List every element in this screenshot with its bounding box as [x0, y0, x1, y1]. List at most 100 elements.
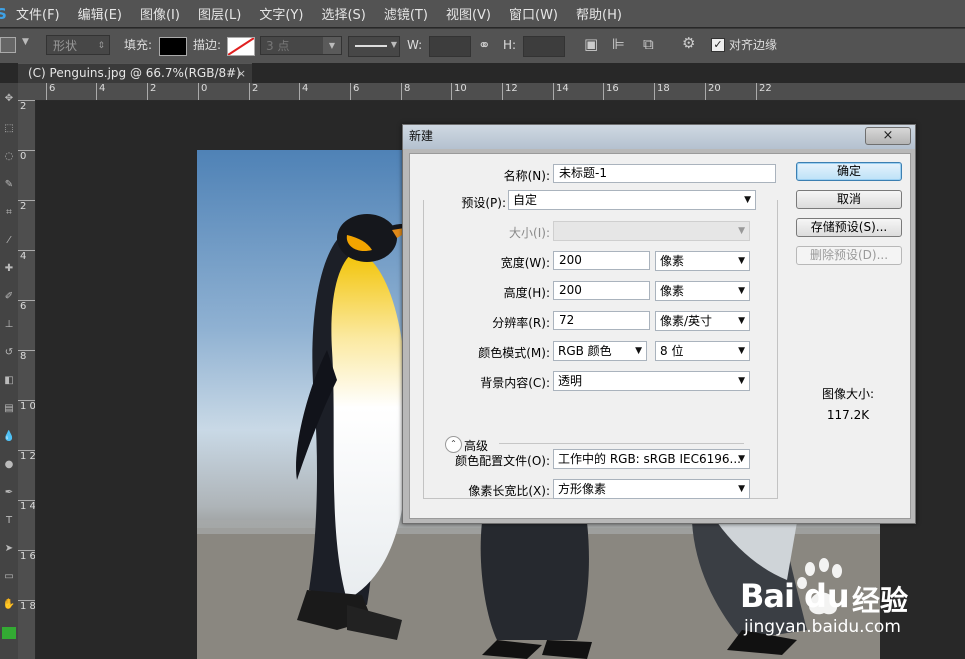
foreground-color-icon[interactable]	[2, 627, 16, 639]
quick-selection-tool-icon[interactable]: ✎	[2, 179, 16, 191]
ruler-tick: 20	[705, 83, 721, 100]
eyedropper-tool-icon[interactable]: ⁄	[2, 235, 16, 247]
pen-tool-icon[interactable]: ✒	[2, 487, 16, 499]
vertical-ruler[interactable]: 2 0 2 4 6 8 1 0 1 2 1 4 1 6 1 8	[18, 100, 36, 659]
rectangle-tool-preset-icon[interactable]	[0, 37, 16, 53]
menu-edit[interactable]: 编辑(E)	[78, 4, 122, 23]
history-brush-tool-icon[interactable]: ↺	[2, 347, 16, 359]
menu-help[interactable]: 帮助(H)	[576, 4, 622, 23]
stroke-size-value: 3 点	[266, 39, 290, 53]
height-unit-value: 像素	[660, 284, 685, 298]
path-operations-icon[interactable]: ▣	[584, 35, 598, 53]
stroke-type-select[interactable]: ▼	[348, 36, 400, 57]
ruler-tick: 0	[18, 150, 35, 162]
dialog-title-bar[interactable]: 新建 ×	[403, 125, 915, 149]
bit-depth-select[interactable]: 8 位 ▼	[655, 341, 750, 361]
brush-tool-icon[interactable]: ✐	[2, 291, 16, 303]
menu-view[interactable]: 视图(V)	[446, 4, 491, 23]
background-select[interactable]: 透明 ▼	[553, 371, 750, 391]
menu-type[interactable]: 文字(Y)	[259, 4, 303, 23]
preset-select[interactable]: 自定 ▼	[508, 190, 756, 210]
move-tool-icon[interactable]: ✥	[2, 93, 16, 105]
chevron-down-icon: ▼	[738, 346, 745, 356]
color-profile-value: 工作中的 RGB: sRGB IEC6196...	[558, 452, 741, 466]
bit-depth-value: 8 位	[660, 344, 684, 358]
menu-window[interactable]: 窗口(W)	[509, 4, 558, 23]
color-mode-select[interactable]: RGB 颜色 ▼	[553, 341, 647, 361]
ok-button[interactable]: 确定	[796, 162, 902, 181]
width-input[interactable]: 200	[553, 251, 650, 270]
ruler-tick: 0	[198, 83, 207, 100]
baidu-brand-b: du	[804, 577, 850, 615]
menu-select[interactable]: 选择(S)	[321, 4, 365, 23]
resolution-label: 分辨率(R):	[492, 316, 550, 330]
shape-height-input[interactable]	[523, 36, 565, 57]
height-label: H:	[503, 38, 517, 52]
resolution-unit-select[interactable]: 像素/英寸 ▼	[655, 311, 750, 331]
document-tab[interactable]: (C) Penguins.jpg @ 66.7%(RGB/8#) ×	[18, 63, 252, 83]
menu-filter[interactable]: 滤镜(T)	[384, 4, 428, 23]
chevron-down-icon[interactable]: ▼	[323, 37, 341, 54]
background-label: 背景内容(C):	[480, 376, 550, 390]
align-edges-checkbox[interactable]: ✓	[711, 38, 725, 52]
color-profile-select[interactable]: 工作中的 RGB: sRGB IEC6196... ▼	[553, 449, 750, 469]
menu-image[interactable]: 图像(I)	[140, 4, 180, 23]
preset-label: 预设(P):	[430, 194, 510, 211]
ruler-tick: 1 8	[18, 600, 36, 612]
height-unit-select[interactable]: 像素 ▼	[655, 281, 750, 301]
gradient-tool-icon[interactable]: ▤	[2, 403, 16, 415]
save-preset-button[interactable]: 存储预设(S)...	[796, 218, 902, 237]
gear-icon[interactable]: ⚙	[682, 34, 695, 52]
shape-width-input[interactable]	[429, 36, 471, 57]
name-label: 名称(N):	[503, 169, 550, 183]
advanced-expand-toggle[interactable]: ⌃	[445, 436, 462, 453]
width-unit-select[interactable]: 像素 ▼	[655, 251, 750, 271]
chevron-down-icon[interactable]: ▼	[22, 37, 29, 47]
baidu-brand-cn: 经验	[852, 584, 909, 617]
name-input[interactable]: 未标题-1	[553, 164, 776, 183]
eraser-tool-icon[interactable]: ◧	[2, 375, 16, 387]
ruler-tick: 6	[46, 83, 55, 100]
marquee-tool-icon[interactable]: ⬚	[2, 123, 16, 135]
ruler-tick: 1 4	[18, 500, 36, 512]
width-unit-value: 像素	[660, 254, 685, 268]
tool-mode-select[interactable]: 形状 ⇕	[46, 35, 110, 55]
dodge-tool-icon[interactable]: ●	[2, 459, 16, 471]
ruler-tick: 2	[18, 100, 35, 112]
tool-mode-value: 形状	[53, 39, 78, 53]
lasso-tool-icon[interactable]: ◌	[2, 151, 16, 163]
color-mode-label: 颜色模式(M):	[478, 346, 550, 360]
delete-preset-button: 删除预设(D)...	[796, 246, 902, 265]
stroke-color-swatch[interactable]	[227, 37, 255, 56]
baidu-brand-a: Bai	[740, 577, 795, 615]
clone-stamp-tool-icon[interactable]: ⊥	[2, 319, 16, 331]
type-tool-icon[interactable]: T	[2, 515, 16, 527]
close-icon[interactable]: ×	[237, 64, 246, 83]
horizontal-ruler[interactable]: 6 4 2 0 2 4 6 8 10 12 14 16 18 20 22	[18, 83, 965, 101]
chevron-down-icon: ▼	[738, 226, 745, 236]
resolution-input[interactable]: 72	[553, 311, 650, 330]
background-value: 透明	[558, 374, 583, 388]
ruler-tick: 4	[299, 83, 308, 100]
height-input[interactable]: 200	[553, 281, 650, 300]
stroke-size-input[interactable]: 3 点 ▼	[260, 36, 342, 55]
ruler-tick: 22	[756, 83, 772, 100]
menu-layer[interactable]: 图层(L)	[198, 4, 241, 23]
path-alignment-icon[interactable]: ⊫	[612, 35, 625, 53]
crop-tool-icon[interactable]: ⌗	[2, 207, 16, 219]
pixel-aspect-select[interactable]: 方形像素 ▼	[553, 479, 750, 499]
path-selection-tool-icon[interactable]: ➤	[2, 543, 16, 555]
ruler-tick: 18	[654, 83, 670, 100]
link-icon[interactable]: ⚭	[478, 36, 491, 54]
fill-color-swatch[interactable]	[159, 37, 187, 56]
menu-file[interactable]: 文件(F)	[16, 4, 60, 23]
path-arrangement-icon[interactable]: ⧉	[643, 35, 654, 53]
dialog-title: 新建	[409, 129, 434, 143]
rectangle-tool-icon[interactable]: ▭	[2, 571, 16, 583]
cancel-button[interactable]: 取消	[796, 190, 902, 209]
hand-tool-icon[interactable]: ✋	[2, 599, 16, 611]
blur-tool-icon[interactable]: 💧	[2, 431, 16, 443]
image-size-label: 图像大小:	[821, 387, 875, 401]
dialog-close-button[interactable]: ×	[865, 127, 911, 145]
healing-brush-tool-icon[interactable]: ✚	[2, 263, 16, 275]
